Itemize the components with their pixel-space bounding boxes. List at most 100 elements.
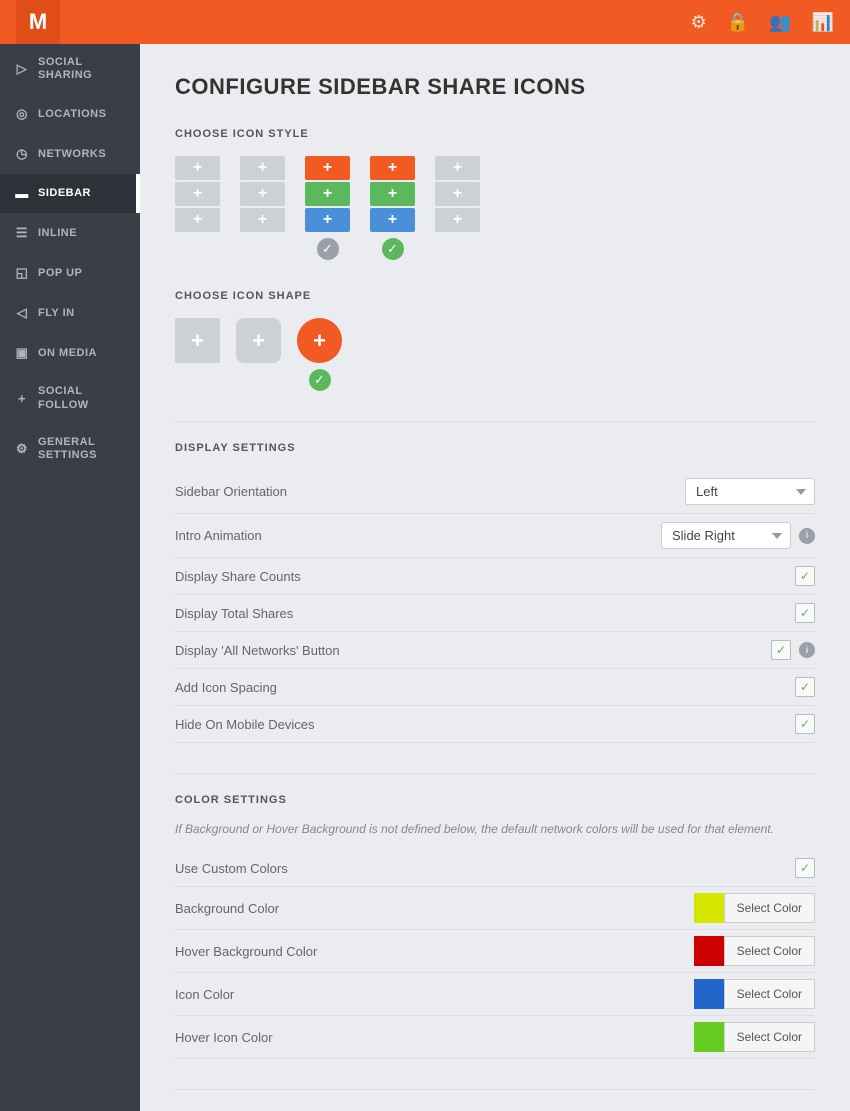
- icon-style-option-3[interactable]: + + + ✓: [305, 156, 350, 260]
- bg-color-label: Background Color: [175, 901, 694, 916]
- sidebar-icon: ▬: [14, 186, 30, 201]
- orientation-select[interactable]: Left Right: [685, 478, 815, 505]
- hover-icon-color-swatch[interactable]: [694, 1022, 724, 1052]
- sidebar-item-popup[interactable]: ◱ POP UP: [0, 253, 140, 293]
- animation-info-icon[interactable]: i: [799, 528, 815, 544]
- settings-row-share-counts: Display Share Counts ✓: [175, 558, 815, 595]
- share-counts-control: ✓: [795, 566, 815, 586]
- sidebar-item-networks[interactable]: ◷ NETWORKS: [0, 134, 140, 174]
- gear-icon[interactable]: ⚙: [691, 12, 707, 33]
- icon-btn-gray-3[interactable]: +: [175, 208, 220, 232]
- chart-icon[interactable]: 📊: [812, 12, 834, 33]
- icon-btn-gray-4[interactable]: +: [240, 156, 285, 180]
- all-networks-checkbox[interactable]: ✓: [771, 640, 791, 660]
- divider-1: [175, 421, 815, 422]
- sidebar-item-locations[interactable]: ◎ LOCATIONS: [0, 94, 140, 134]
- divider-3: [175, 1089, 815, 1090]
- location-icon: ◎: [14, 106, 30, 122]
- icon-style-check-green: ✓: [382, 238, 404, 260]
- sidebar-item-flyin[interactable]: ◁ FLY IN: [0, 293, 140, 333]
- icon-style-option-4[interactable]: + + + ✓: [370, 156, 415, 260]
- share-counts-label: Display Share Counts: [175, 569, 795, 584]
- settings-row-hide-mobile: Hide On Mobile Devices ✓: [175, 706, 815, 743]
- orientation-label: Sidebar Orientation: [175, 484, 685, 499]
- network-icon: ◷: [14, 146, 30, 162]
- hover-icon-color-picker: Select Color: [694, 1022, 815, 1052]
- color-note: If Background or Hover Background is not…: [175, 822, 815, 836]
- shape-circle-btn[interactable]: +: [297, 318, 342, 363]
- hide-mobile-label: Hide On Mobile Devices: [175, 717, 795, 732]
- display-section-title: Display Settings: [175, 442, 815, 454]
- sidebar-item-general-settings[interactable]: ⚙ GENERAL SETTINGS: [0, 424, 140, 474]
- bg-color-swatch[interactable]: [694, 893, 724, 923]
- icon-btn-gray-1[interactable]: +: [175, 156, 220, 180]
- sidebar-item-social-sharing[interactable]: ▷ SOCIAL SHARING: [0, 44, 140, 94]
- page-title: Configure Sidebar Share Icons: [175, 74, 815, 100]
- display-settings-section: Display Settings Sidebar Orientation Lef…: [175, 442, 815, 743]
- hover-icon-color-select-btn[interactable]: Select Color: [724, 1022, 815, 1052]
- animation-label: Intro Animation: [175, 528, 661, 543]
- icon-shape-row: + + + ✓: [175, 318, 815, 391]
- sidebar-item-social-follow[interactable]: + SOCIAL FOLLOW: [0, 373, 140, 423]
- icon-spacing-control: ✓: [795, 677, 815, 697]
- bg-color-select-btn[interactable]: Select Color: [724, 893, 815, 923]
- icon-btn-green[interactable]: +: [305, 182, 350, 206]
- shape-square-btn[interactable]: +: [175, 318, 220, 363]
- icon-color-select-btn[interactable]: Select Color: [724, 979, 815, 1009]
- custom-colors-label: Use Custom Colors: [175, 861, 795, 876]
- color-row-background: Background Color Select Color: [175, 887, 815, 930]
- sidebar: ▷ SOCIAL SHARING ◎ LOCATIONS ◷ NETWORKS …: [0, 44, 140, 1111]
- media-icon: ▣: [14, 345, 30, 361]
- icon-btn-orange[interactable]: +: [305, 156, 350, 180]
- users-icon[interactable]: 👥: [769, 12, 791, 33]
- icon-btn-gray-2[interactable]: +: [175, 182, 220, 206]
- icon-btn-gray-6[interactable]: +: [240, 208, 285, 232]
- icon-spacing-label: Add Icon Spacing: [175, 680, 795, 695]
- lock-icon[interactable]: 🔒: [727, 12, 749, 33]
- icon-btn-gray-9[interactable]: +: [435, 208, 480, 232]
- icon-btn-green-2[interactable]: +: [370, 182, 415, 206]
- settings-icon: ⚙: [14, 441, 30, 457]
- icon-btn-blue-2[interactable]: +: [370, 208, 415, 232]
- icon-color-swatch[interactable]: [694, 979, 724, 1009]
- shape-rounded-btn[interactable]: +: [236, 318, 281, 363]
- sidebar-item-sidebar[interactable]: ▬ SIDEBAR: [0, 174, 140, 213]
- icon-style-option-1[interactable]: + + +: [175, 156, 220, 232]
- animation-select[interactable]: Slide Right Fade In None: [661, 522, 791, 549]
- icon-style-option-2[interactable]: + + +: [240, 156, 285, 232]
- top-header: M ⚙ 🔒 👥 📊: [0, 0, 850, 44]
- hide-mobile-checkbox[interactable]: ✓: [795, 714, 815, 734]
- inline-icon: ☰: [14, 225, 30, 241]
- color-row-hover-background: Hover Background Color Select Color: [175, 930, 815, 973]
- follow-icon: +: [14, 391, 30, 406]
- icon-btn-gray-7[interactable]: +: [435, 156, 480, 180]
- custom-colors-checkbox[interactable]: ✓: [795, 858, 815, 878]
- sidebar-item-onmedia[interactable]: ▣ ON MEDIA: [0, 333, 140, 373]
- hover-bg-color-swatch[interactable]: [694, 936, 724, 966]
- flyin-icon: ◁: [14, 305, 30, 321]
- icon-btn-blue[interactable]: +: [305, 208, 350, 232]
- icon-btn-gray-5[interactable]: +: [240, 182, 285, 206]
- icon-style-option-5[interactable]: + + +: [435, 156, 480, 232]
- all-networks-label: Display 'All Networks' Button: [175, 643, 771, 658]
- divider-2: [175, 773, 815, 774]
- settings-row-orientation: Sidebar Orientation Left Right: [175, 470, 815, 514]
- icon-color-picker: Select Color: [694, 979, 815, 1009]
- sidebar-item-inline[interactable]: ☰ INLINE: [0, 213, 140, 253]
- share-icon: ▷: [14, 61, 30, 77]
- shape-option-circle[interactable]: + ✓: [297, 318, 342, 391]
- total-shares-checkbox[interactable]: ✓: [795, 603, 815, 623]
- all-networks-info-icon[interactable]: i: [799, 642, 815, 658]
- hover-bg-color-label: Hover Background Color: [175, 944, 694, 959]
- custom-colors-control: ✓: [795, 858, 815, 878]
- icon-spacing-checkbox[interactable]: ✓: [795, 677, 815, 697]
- hover-bg-color-select-btn[interactable]: Select Color: [724, 936, 815, 966]
- hide-mobile-control: ✓: [795, 714, 815, 734]
- shape-option-square[interactable]: +: [175, 318, 220, 363]
- icon-btn-orange-2[interactable]: +: [370, 156, 415, 180]
- settings-row-animation: Intro Animation Slide Right Fade In None…: [175, 514, 815, 558]
- shape-option-rounded[interactable]: +: [236, 318, 281, 363]
- animation-control: Slide Right Fade In None i: [661, 522, 815, 549]
- share-counts-checkbox[interactable]: ✓: [795, 566, 815, 586]
- icon-btn-gray-8[interactable]: +: [435, 182, 480, 206]
